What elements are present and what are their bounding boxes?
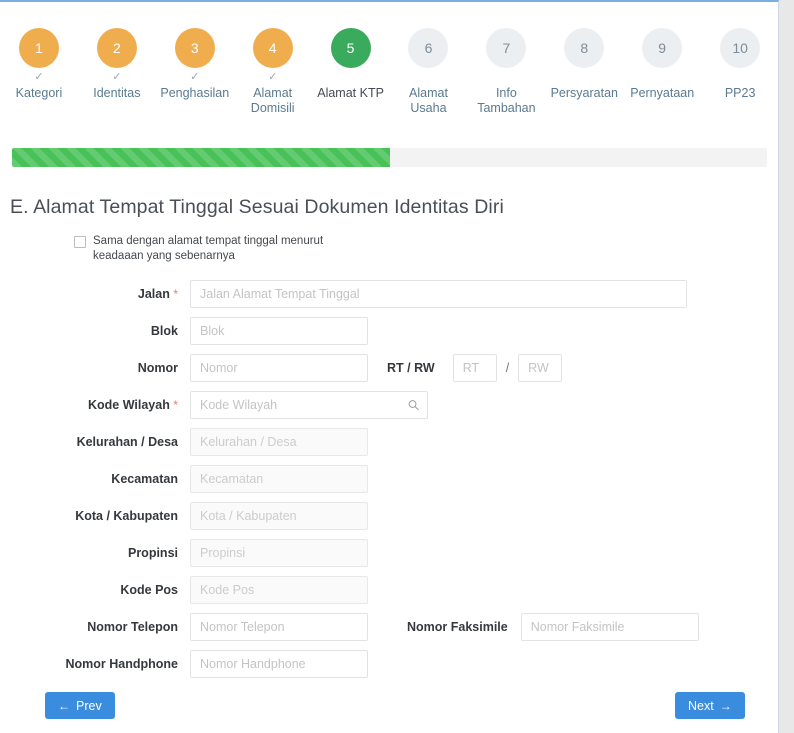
step-label: Identitas <box>93 86 141 100</box>
label-jalan: Jalan * <box>137 286 178 301</box>
input-kota[interactable]: Kota / Kabupaten <box>190 501 368 530</box>
stepper-item-pernyataan[interactable]: 9 Pernyataan <box>623 28 701 101</box>
input-kelurahan[interactable]: Kelurahan / Desa <box>190 427 368 456</box>
input-propinsi[interactable]: Propinsi <box>190 538 368 567</box>
step-number-badge: 5 <box>330 28 371 68</box>
step-number-badge: 9 <box>642 28 683 68</box>
step-complete-check-icon: ✓ <box>112 71 122 83</box>
step-label: Info Tambahan <box>477 86 536 115</box>
field-row-nomor: Nomor Nomor RT / RW RT / RW <box>0 349 778 386</box>
step-number-badge: 8 <box>564 28 605 68</box>
stepper-item-penghasilan[interactable]: 3 ✓ Penghasilan <box>156 28 234 101</box>
wizard-stepper: 1 ✓ Kategori 2 ✓ Identitas 3 ✓ Penghasilan 4 ✓ Alam… <box>0 28 778 138</box>
label-kota: Kota / Kabupaten <box>75 508 178 523</box>
arrow-left-icon: ← <box>58 698 70 713</box>
label-kecamatan: Kecamatan <box>111 471 178 486</box>
stepper-item-alamat-ktp[interactable]: 5 Alamat KTP <box>312 28 390 101</box>
progress-bar-fill <box>12 148 390 167</box>
step-number-badge: 10 <box>720 28 761 68</box>
same-address-checkbox-row[interactable]: Sama dengan alamat tempat tinggal menuru… <box>74 234 494 264</box>
label-handphone: Nomor Handphone <box>65 656 179 671</box>
input-kode-wilayah[interactable]: Kode Wilayah <box>190 390 428 419</box>
step-number-badge: 6 <box>408 28 449 68</box>
step-complete-check-icon: ✓ <box>268 71 278 83</box>
stepper-item-alamat-usaha[interactable]: 6 Alamat Usaha <box>390 28 468 116</box>
required-asterisk: * <box>173 286 178 301</box>
stepper-item-identitas[interactable]: 2 ✓ Identitas <box>78 28 156 101</box>
label-propinsi: Propinsi <box>127 545 178 560</box>
progress-bar-track <box>12 148 767 167</box>
field-row-telepon: Nomor Telepon Nomor Telepon Nomor Faksim… <box>0 608 778 645</box>
input-kecamatan[interactable]: Kecamatan <box>190 464 368 493</box>
stepper-item-persyaratan[interactable]: 8 Persyaratan <box>545 28 623 101</box>
step-label: Alamat Domisili <box>250 86 295 115</box>
input-jalan[interactable]: Jalan Alamat Tempat Tinggal <box>190 279 687 308</box>
step-complete-check-icon: ✓ <box>34 71 44 83</box>
step-number-badge: 1 <box>18 28 59 68</box>
prev-button[interactable]: ← Prev <box>45 692 115 719</box>
step-number-badge: 4 <box>252 28 293 68</box>
rt-rw-separator: / <box>505 360 510 375</box>
form-card: 1 ✓ Kategori 2 ✓ Identitas 3 ✓ Penghasilan 4 ✓ Alam… <box>0 0 779 733</box>
step-number-badge: 2 <box>96 28 137 68</box>
field-row-kode-wilayah: Kode Wilayah * Kode Wilayah <box>0 386 778 423</box>
field-row-kode-pos: Kode Pos Kode Pos <box>0 571 778 608</box>
input-kode-wilayah-placeholder: Kode Wilayah <box>200 397 278 412</box>
label-rt-rw: RT / RW <box>387 360 435 375</box>
page-root: 1 ✓ Kategori 2 ✓ Identitas 3 ✓ Penghasilan 4 ✓ Alam… <box>0 0 794 733</box>
input-faksimile[interactable]: Nomor Faksimile <box>520 612 699 641</box>
label-telepon: Nomor Telepon <box>87 619 178 634</box>
search-icon[interactable] <box>408 399 419 410</box>
stepper-item-kategori[interactable]: 1 ✓ Kategori <box>0 28 78 101</box>
next-button[interactable]: Next → <box>675 692 745 719</box>
page-title: E. Alamat Tempat Tinggal Sesuai Dokumen … <box>10 196 504 218</box>
label-kode-pos: Kode Pos <box>120 582 178 597</box>
field-row-propinsi: Propinsi Propinsi <box>0 534 778 571</box>
step-number-badge: 3 <box>174 28 215 68</box>
input-nomor[interactable]: Nomor <box>190 353 368 382</box>
stepper-item-pp23[interactable]: 10 PP23 <box>701 28 778 101</box>
step-label: Alamat KTP <box>317 86 384 100</box>
label-blok: Blok <box>150 323 178 338</box>
step-label: PP23 <box>724 86 756 100</box>
prev-button-label: Prev <box>76 698 102 713</box>
field-row-kelurahan: Kelurahan / Desa Kelurahan / Desa <box>0 423 778 460</box>
address-form: Jalan * Jalan Alamat Tempat Tinggal Blok… <box>0 275 778 682</box>
input-kode-pos[interactable]: Kode Pos <box>190 575 368 604</box>
input-blok[interactable]: Blok <box>190 316 368 345</box>
step-label: Persyaratan <box>550 86 618 100</box>
label-faksimile: Nomor Faksimile <box>407 619 508 634</box>
stepper-item-info-tambahan[interactable]: 7 Info Tambahan <box>467 28 545 116</box>
same-address-label: Sama dengan alamat tempat tinggal menuru… <box>93 235 324 262</box>
step-label: Pernyataan <box>630 86 695 100</box>
input-rw[interactable]: RW <box>518 353 563 382</box>
input-telepon[interactable]: Nomor Telepon <box>190 612 368 641</box>
step-complete-check-icon: ✓ <box>190 71 200 83</box>
field-row-kecamatan: Kecamatan Kecamatan <box>0 460 778 497</box>
field-row-blok: Blok Blok <box>0 312 778 349</box>
step-label: Penghasilan <box>160 86 230 100</box>
step-label: Kategori <box>15 86 63 100</box>
required-asterisk: * <box>173 397 178 412</box>
input-handphone[interactable]: Nomor Handphone <box>190 649 368 678</box>
field-row-kota: Kota / Kabupaten Kota / Kabupaten <box>0 497 778 534</box>
step-number-badge: 7 <box>486 28 527 68</box>
field-row-handphone: Nomor Handphone Nomor Handphone <box>0 645 778 682</box>
stepper-item-alamat-domisili[interactable]: 4 ✓ Alamat Domisili <box>234 28 312 116</box>
input-rt[interactable]: RT <box>452 353 497 382</box>
label-nomor: Nomor <box>137 360 178 375</box>
label-kode-wilayah: Kode Wilayah * <box>87 397 178 412</box>
label-kelurahan: Kelurahan / Desa <box>76 434 178 449</box>
field-row-jalan: Jalan * Jalan Alamat Tempat Tinggal <box>0 275 778 312</box>
step-label: Alamat Usaha <box>409 86 448 115</box>
next-button-label: Next <box>688 698 714 713</box>
arrow-right-icon: → <box>719 698 732 713</box>
same-address-checkbox[interactable] <box>74 236 86 248</box>
